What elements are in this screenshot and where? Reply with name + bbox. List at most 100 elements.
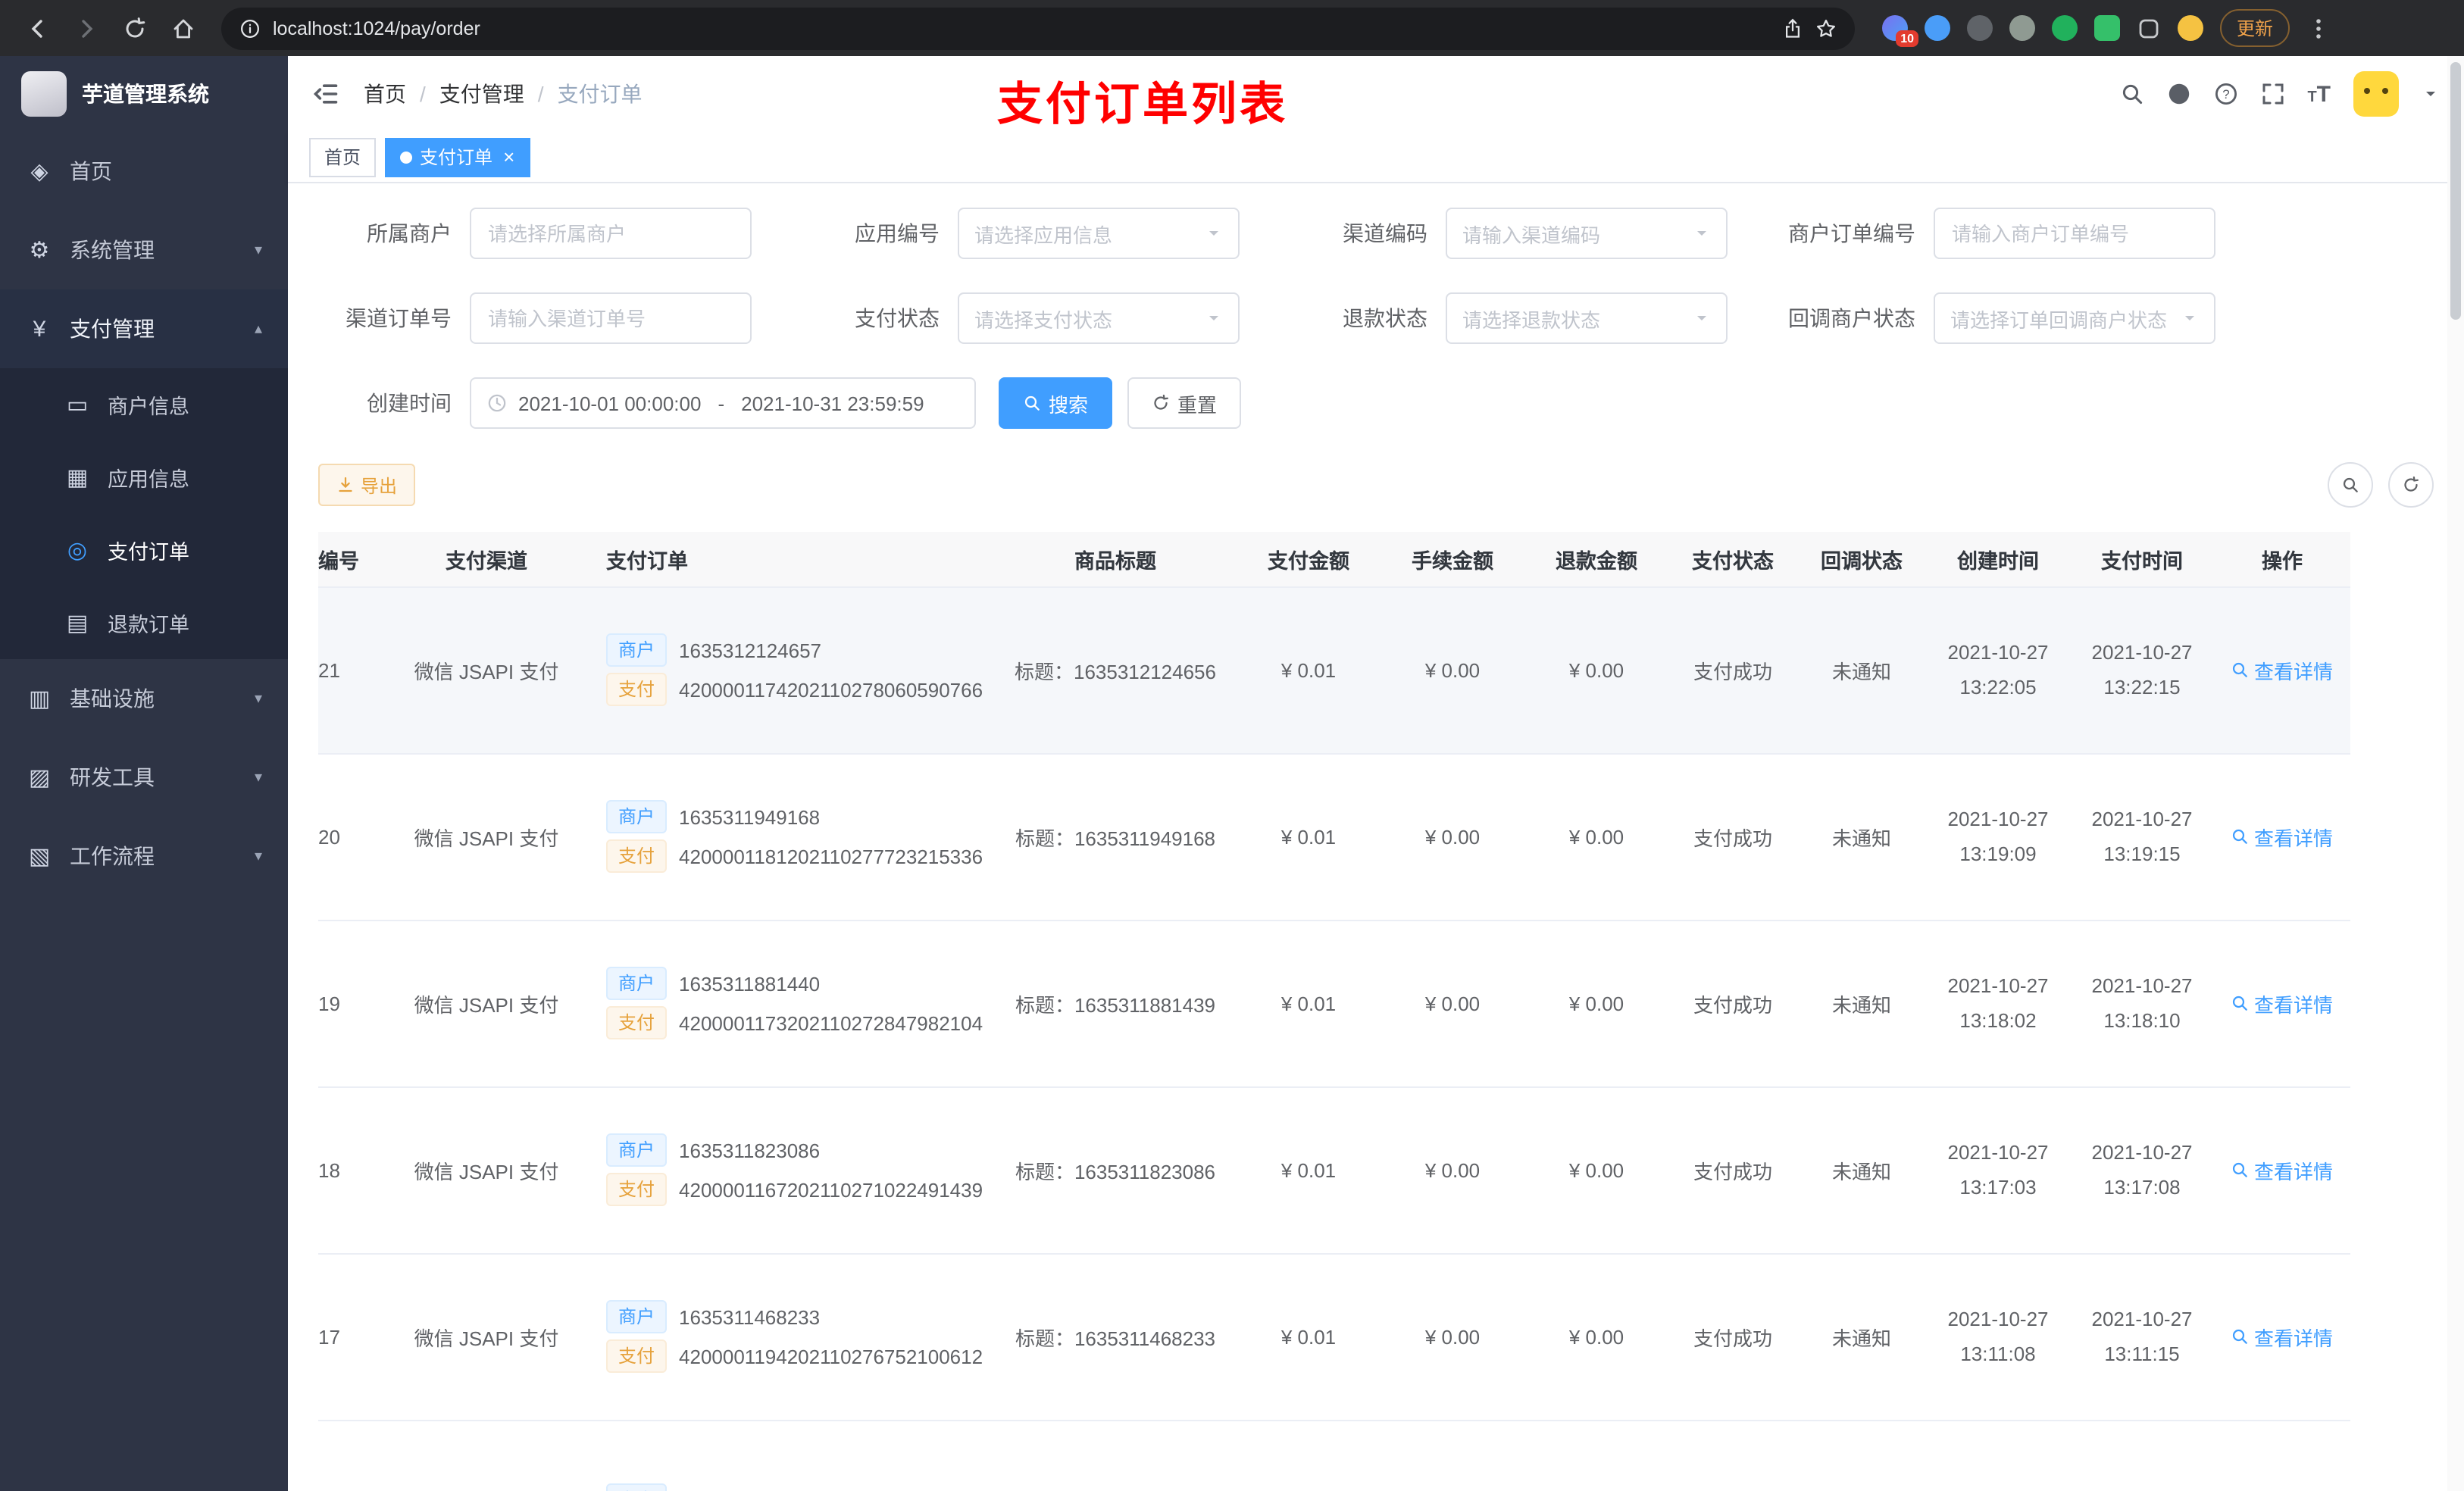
merchant-input[interactable] [470,208,752,259]
view-detail-link[interactable]: 查看详情 [2231,1322,2333,1351]
breadcrumb-home[interactable]: 首页 [364,79,406,109]
sidebar-item-app-info[interactable]: ▦ 应用信息 [0,441,288,514]
cell-refund-amount: ¥ 0.00 [1524,586,1668,754]
merchant-order-no: 1635311881440 [679,972,821,995]
browser-update-button[interactable]: 更新 [2220,9,2290,47]
browser-menu-kebab-icon[interactable] [2306,16,2331,40]
pay-status-select[interactable]: 请选择支付状态 [958,292,1240,344]
sidebar-item-devtools[interactable]: ▨ 研发工具 ▾ [0,738,288,817]
scrollbar-thumb[interactable] [2450,62,2461,320]
sidebar-item-infra[interactable]: ▥ 基础设施 ▾ [0,659,288,738]
back-button[interactable] [15,5,61,51]
bookmark-star-icon[interactable] [1815,17,1837,39]
reset-button[interactable]: 重置 [1127,377,1242,429]
export-button[interactable]: 导出 [318,464,416,506]
cell-fee-amount: ¥ 0.00 [1381,586,1524,754]
sidebar-item-merchant-info[interactable]: ▭ 商户信息 [0,368,288,441]
cell-title: 标题：1635311468233 [994,1253,1237,1421]
user-avatar[interactable] [2353,71,2399,117]
forward-button[interactable] [64,5,109,51]
extension-icon[interactable]: 10 [1882,15,1918,47]
sidebar-item-refund-order[interactable]: ▤ 退款订单 [0,586,288,659]
cell-actions: 查看详情 [2214,1086,2350,1254]
url-text[interactable]: localhost:1024/pay/order [273,17,1770,39]
cell-refund-amount: ¥ 0.00 [1524,753,1668,921]
share-icon[interactable] [1782,17,1803,39]
view-detail-link[interactable]: 查看详情 [2231,822,2333,851]
table-header-row: 编号 支付渠道 支付订单 商品标题 支付金额 手续金额 退款金额 支付状态 回调… [318,532,2350,587]
merchant-label: 所属商户 [367,221,452,245]
breadcrumb-pay[interactable]: 支付管理 [439,79,524,109]
sidebar-item-home[interactable]: ◈ 首页 [0,132,288,211]
home-button[interactable] [161,5,206,51]
close-tab-icon[interactable]: × [503,147,514,167]
notify-status-select[interactable]: 请选择订单回调商户状态 [1934,292,2215,344]
avatar-caret-icon[interactable] [2422,85,2440,103]
sidebar-item-payment[interactable]: ¥ 支付管理 ▴ [0,289,288,368]
cell-create-time: 2021-10-27 13:22:05 [1926,586,2070,754]
help-icon[interactable] [2213,82,2237,106]
tab-pay-order[interactable]: 支付订单 × [385,137,530,177]
col-fee-amount: 手续金额 [1381,532,1524,587]
cell-channel: 微信 JSAPI 支付 [388,753,585,921]
view-detail-link[interactable]: 查看详情 [2231,989,2333,1017]
merchant-tag: 商户 [606,967,668,1000]
header-search-icon[interactable] [2119,82,2143,106]
create-time-range-picker[interactable]: 2021-10-01 00:00:00 - 2021-10-31 23:59:5… [470,377,976,429]
profile-avatar[interactable] [2178,15,2203,41]
chevron-down-icon: ▾ [254,848,262,864]
app-label: 应用编号 [855,221,940,245]
cell-channel: 微信 JSAPI 支付 [388,920,585,1087]
extension-icon[interactable] [2052,15,2078,41]
refund-status-select[interactable]: 请选择退款状态 [1446,292,1728,344]
navbar-actions: TT [2119,71,2440,117]
merchant-tag: 商户 [606,1483,668,1491]
search-icon [2231,661,2250,679]
sidebar-item-workflow[interactable]: ▧ 工作流程 ▾ [0,817,288,896]
channel-order-no-input[interactable] [470,292,752,344]
cell-create-time [1926,1420,2070,1491]
address-bar[interactable]: localhost:1024/pay/order [221,7,1855,49]
app-select[interactable]: 请选择应用信息 [958,208,1240,259]
chevron-down-icon [1693,309,1711,327]
channel-code-select[interactable]: 请输入渠道编码 [1446,208,1728,259]
tab-home[interactable]: 首页 [309,137,377,177]
refresh-table-button[interactable] [2388,462,2434,508]
cell-actions: 查看详情 [2214,586,2350,754]
site-info-icon[interactable] [239,17,261,39]
cell-id: 19 [318,920,388,1087]
reload-button[interactable] [112,5,158,51]
extension-icon[interactable] [2009,15,2035,41]
cell-notify-status: 未通知 [1797,753,1926,921]
fullscreen-icon[interactable] [2260,82,2284,106]
extension-icon[interactable] [1925,15,1950,41]
cell-fee-amount: ¥ 0.00 [1381,753,1524,921]
tools-icon: ▨ [28,765,51,791]
col-notify-status: 回调状态 [1797,532,1926,587]
toggle-search-button[interactable] [2328,462,2373,508]
sidebar-fold-icon[interactable] [312,80,339,108]
chevron-down-icon [2181,309,2199,327]
merchant-order-no-input[interactable] [1934,208,2215,259]
view-detail-link[interactable]: 查看详情 [2231,655,2333,684]
extensions-puzzle-icon[interactable] [2137,16,2161,40]
cell-actions: 查看详情 [2214,1253,2350,1421]
github-icon[interactable] [2166,82,2190,106]
view-detail-link[interactable]: 查看详情 [2231,1155,2333,1184]
pay-tag: 支付 [606,673,668,706]
merchant-order-no: 1635311949168 [679,805,821,828]
extension-icon[interactable] [1967,15,1993,41]
extension-badge: 10 [1896,30,1918,47]
sidebar-item-pay-order[interactable]: ◎ 支付订单 [0,514,288,586]
extension-icon[interactable] [2094,15,2120,41]
cell-id: 20 [318,753,388,921]
cell-title: 标题：1635311949168 [994,753,1237,921]
monitor-icon: ▥ [28,686,51,712]
channel-order-no: 4200001167202110271022491439 [679,1178,983,1201]
channel-order-no: 4200001181202110277723215336 [679,845,983,867]
font-size-icon[interactable]: TT [2307,81,2331,107]
range-end: 2021-10-31 23:59:59 [741,392,924,414]
search-button[interactable]: 搜索 [999,377,1113,429]
sidebar-item-system[interactable]: ⚙ 系统管理 ▾ [0,211,288,289]
scrollbar-track[interactable] [2447,56,2464,1491]
